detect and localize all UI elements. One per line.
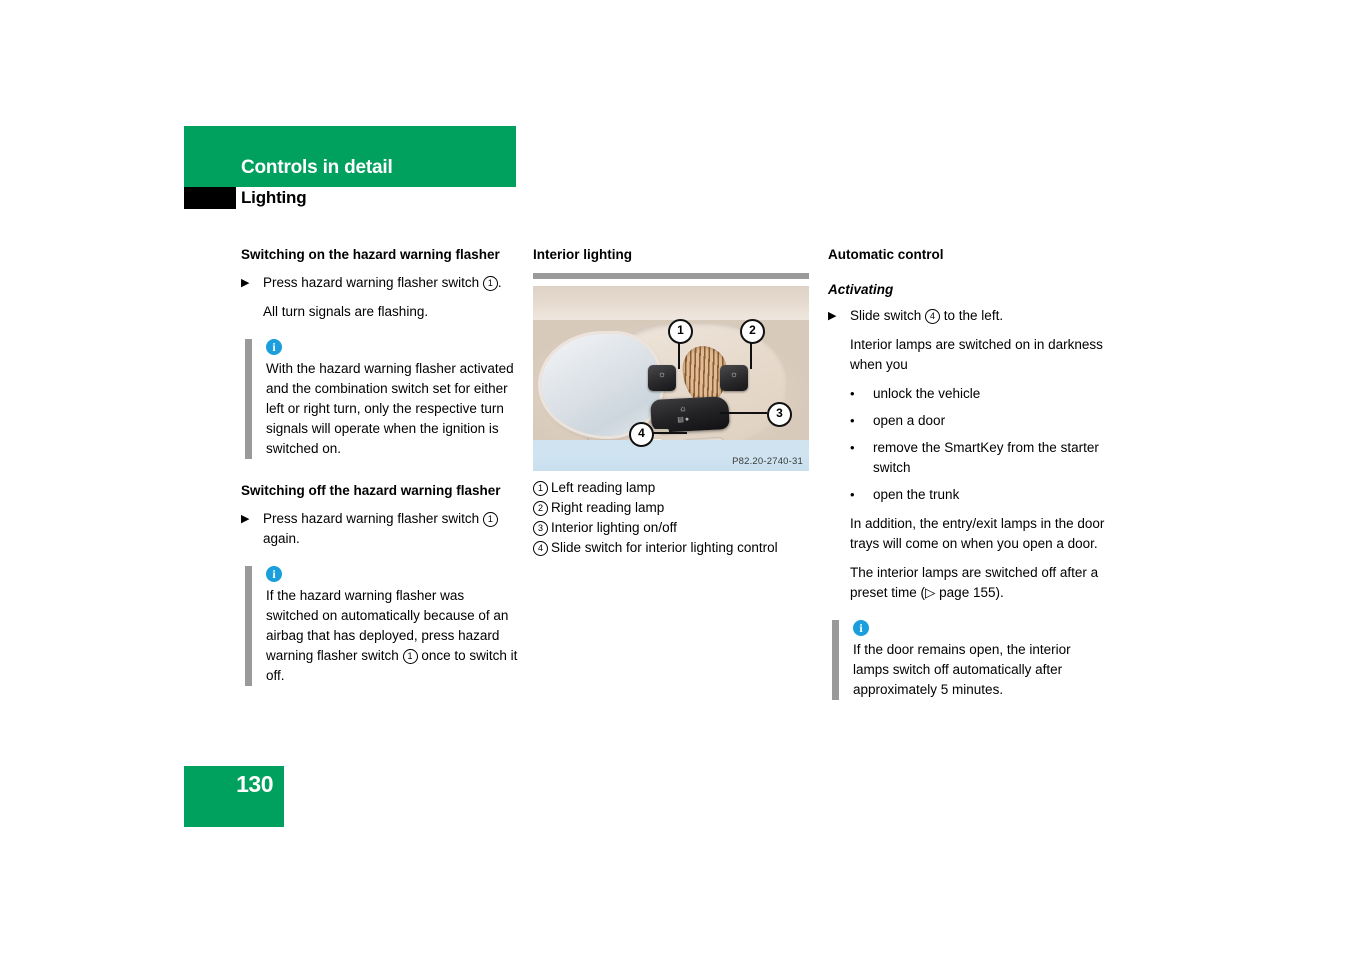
page-cross-reference[interactable]: ▷ page 155 — [925, 585, 995, 600]
list-item-label: unlock the vehicle — [873, 386, 981, 401]
legend-label: Right reading lamp — [551, 500, 665, 515]
step-text-part-b: again. — [263, 531, 300, 546]
leader-line-3 — [720, 412, 767, 414]
legend-item: 1 Left reading lamp — [533, 478, 809, 498]
illustration-legend: 1 Left reading lamp 2 Right reading lamp… — [533, 478, 809, 558]
note-side-bar — [832, 620, 839, 700]
info-icon: i — [266, 566, 282, 582]
para-preset-time: The interior lamps are switched off afte… — [850, 563, 1105, 603]
darkness-condition-list: • unlock the vehicle • open a door • rem… — [850, 384, 1105, 505]
list-item-label: remove the SmartKey from the starter swi… — [873, 440, 1099, 475]
lamp-icon: ☼ — [678, 403, 688, 414]
list-item: • open a door — [850, 411, 1105, 431]
chapter-title: Controls in detail — [241, 157, 393, 178]
content-column-left: Switching on the hazard warning flasher … — [241, 245, 518, 686]
chapter-header-bar: Controls in detail — [184, 126, 516, 187]
step-slide-switch: ▶ Slide switch 4 to the left. — [828, 306, 1105, 326]
step-triangle-icon: ▶ — [241, 513, 250, 525]
bullet-dot-icon: • — [850, 487, 855, 502]
note-side-bar — [245, 339, 252, 459]
interior-lighting-illustration: ☼ ☼ ☼ ▤● 1 2 3 4 P82.20-2740-31 — [533, 286, 809, 471]
list-item: • open the trunk — [850, 485, 1105, 505]
leader-line-4 — [649, 432, 687, 434]
info-icon: i — [266, 339, 282, 355]
bullet-dot-icon: • — [850, 413, 855, 428]
heading-automatic-control: Automatic control — [828, 247, 944, 262]
step-triangle-icon: ▶ — [828, 310, 837, 322]
step-text-part-a: Slide switch — [850, 308, 926, 323]
roof-top-band — [533, 286, 809, 320]
callout-3: 3 — [767, 402, 792, 427]
section-title: Lighting — [241, 188, 307, 207]
legend-label: Left reading lamp — [551, 480, 656, 495]
step-text-part-a: Press hazard warning flasher switch — [263, 275, 483, 290]
slider-icon: ▤● — [677, 416, 691, 424]
content-column-middle: Interior lighting ☼ ☼ ☼ ▤● 1 2 3 4 P82.2… — [533, 245, 809, 558]
page-number: 130 — [236, 771, 273, 797]
list-item: • unlock the vehicle — [850, 384, 1105, 404]
step-text-part-b: to the left. — [940, 308, 1004, 323]
legend-number: 1 — [533, 478, 551, 498]
bullet-dot-icon: • — [850, 440, 855, 455]
callout-4: 4 — [629, 422, 654, 447]
circled-number-1: 1 — [482, 512, 498, 527]
heading-rule — [533, 273, 809, 279]
legend-item: 3 Interior lighting on/off — [533, 518, 809, 538]
step-triangle-icon: ▶ — [241, 277, 250, 289]
note-hazard-on-text: With the hazard warning flasher activate… — [266, 361, 514, 456]
interior-lighting-switch[interactable]: ☼ ▤● — [650, 395, 730, 434]
note-door-open: i If the door remains open, the interior… — [832, 620, 1105, 700]
legend-item: 4 Slide switch for interior lighting con… — [533, 538, 809, 558]
callout-2: 2 — [740, 319, 765, 344]
para-entry-exit-lamps: In addition, the entry/exit lamps in the… — [850, 516, 1105, 551]
list-item: • remove the SmartKey from the starter s… — [850, 438, 1105, 478]
legend-label: Slide switch for interior lighting contr… — [551, 540, 778, 555]
step-switch-off-text: Press hazard warning flasher switch 1 ag… — [263, 509, 518, 549]
left-reading-lamp-button[interactable]: ☼ — [648, 365, 676, 391]
list-item-label: open a door — [873, 413, 946, 428]
callout-1: 1 — [668, 319, 693, 344]
note-side-bar — [245, 566, 252, 686]
heading-switching-off: Switching off the hazard warning flasher — [241, 483, 501, 498]
list-item-label: open the trunk — [873, 487, 960, 502]
circled-number-1: 1 — [533, 481, 548, 496]
result-turn-signals: All turn signals are flashing. — [263, 304, 429, 319]
reading-lamp-icon: ☼ — [729, 369, 739, 379]
intro-darkness-conditions: Interior lamps are switched on in darkne… — [850, 337, 1103, 372]
circled-number-1: 1 — [402, 649, 418, 664]
reading-lamp-icon: ☼ — [657, 369, 667, 379]
image-reference-code: P82.20-2740-31 — [732, 456, 803, 467]
step-switch-on: ▶ Press hazard warning flasher switch 1. — [241, 273, 518, 293]
info-icon: i — [853, 620, 869, 636]
heading-switching-on: Switching on the hazard warning flasher — [241, 247, 500, 262]
step-switch-off: ▶ Press hazard warning flasher switch 1 … — [241, 509, 518, 549]
circled-number-1: 1 — [482, 276, 498, 291]
index-tab-marker — [184, 187, 236, 209]
step-text-part-b: . — [497, 275, 502, 290]
note-door-open-text: If the door remains open, the interior l… — [853, 642, 1071, 697]
step-switch-on-text: Press hazard warning flasher switch 1. — [263, 273, 518, 293]
circled-number-4: 4 — [533, 541, 548, 556]
step-slide-switch-text: Slide switch 4 to the left. — [850, 306, 1105, 326]
right-reading-lamp-button[interactable]: ☼ — [720, 365, 748, 391]
legend-label: Interior lighting on/off — [551, 520, 677, 535]
para-text-part-b: ). — [995, 585, 1004, 600]
page-number-block: 130 — [184, 766, 284, 827]
heading-interior-lighting: Interior lighting — [533, 247, 632, 262]
note-hazard-on: i With the hazard warning flasher activa… — [245, 339, 518, 459]
circled-number-4: 4 — [925, 309, 941, 324]
circled-number-2: 2 — [533, 501, 548, 516]
step-text-part-a: Press hazard warning flasher switch — [263, 511, 483, 526]
legend-number: 3 — [533, 518, 551, 538]
content-column-right: Automatic control Activating ▶ Slide swi… — [828, 245, 1105, 700]
legend-number: 2 — [533, 498, 551, 518]
subheading-activating: Activating — [828, 282, 894, 297]
circled-number-3: 3 — [533, 521, 548, 536]
bullet-dot-icon: • — [850, 386, 855, 401]
legend-item: 2 Right reading lamp — [533, 498, 809, 518]
note-hazard-off: i If the hazard warning flasher was swit… — [245, 566, 518, 686]
legend-number: 4 — [533, 538, 551, 558]
note-hazard-off-text: If the hazard warning flasher was switch… — [266, 586, 518, 686]
